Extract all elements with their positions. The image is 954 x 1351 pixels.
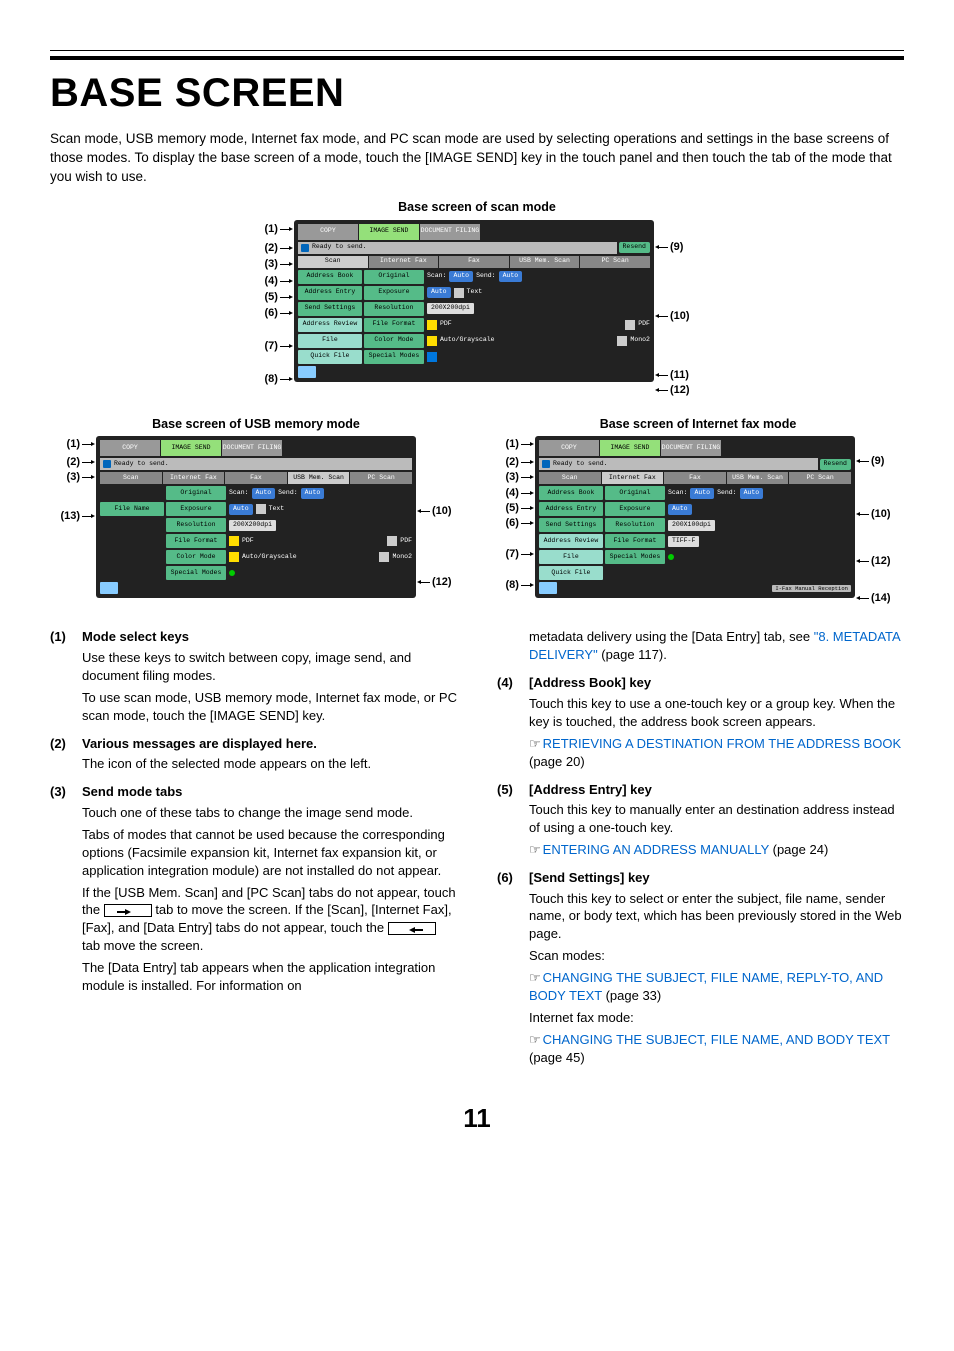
intro-paragraph: Scan mode, USB memory mode, Internet fax… [50,130,904,187]
callout-4: (4) [264,276,277,287]
scroll-right-tab-icon [104,904,152,917]
send-size-auto[interactable]: Auto [499,271,523,282]
special-modes-key[interactable]: Special Modes [364,350,424,364]
send-tab-fax[interactable]: Fax [439,256,509,268]
send-settings-key[interactable]: Send Settings [298,302,362,316]
callout-8: (8) [264,374,277,385]
callout-10: (10) [670,311,690,322]
page-number: 11 [50,1101,904,1136]
link-ifax-subject[interactable]: CHANGING THE SUBJECT, FILE NAME, AND BOD… [543,1032,890,1047]
color-mode-key[interactable]: Color Mode [364,334,424,348]
status-bar: Ready to send. [298,242,617,254]
screenshot-usb-mode: (1) (2) (3) (13) COPY IMAGE SEND DOCUMEN… [50,436,462,598]
address-review-key[interactable]: Address Review [298,318,362,332]
desc-5-body: Touch this key to manually enter an dest… [529,801,904,859]
desc-4-body: Touch this key to use a one-touch key or… [529,695,904,771]
section-rule [50,50,904,60]
special-modes-icon[interactable] [427,352,437,362]
desc-4-title: (4)[Address Book] key [497,674,904,692]
callout-5: (5) [264,292,277,303]
desc-3-title: (3)Send mode tabs [50,783,457,801]
mode-tab-doc-filing[interactable]: DOCUMENT FILING [420,224,480,240]
pointer-icon: ☞ [529,970,541,985]
callout-9: (9) [670,242,683,253]
scroll-left-tab-icon [388,922,436,935]
touch-panel: COPY IMAGE SEND DOCUMENT FILING Ready to… [294,220,654,382]
mode-icon [301,244,309,252]
caption-scan: Base screen of scan mode [50,199,904,216]
callout-7: (7) [264,341,277,352]
preview-key[interactable] [298,366,316,378]
callout-12: (12) [670,385,690,396]
ifax-manual-reception-key[interactable]: I-Fax Manual Reception [772,585,851,593]
file-format-key[interactable]: File Format [364,318,424,332]
mode-tab-copy[interactable]: COPY [298,224,358,240]
touch-panel: COPY IMAGE SEND DOCUMENT FILING Ready to… [535,436,855,598]
send-tab-pc[interactable]: PC Scan [580,256,650,268]
callout-3: (3) [264,259,277,270]
screenshot-scan-mode: (1) (2) (3) (4) (5) (6) (7) (8) COPY IMA… [264,220,689,396]
special-modes-indicator [229,570,235,576]
desc-3-body: Touch one of these tabs to change the im… [82,804,457,995]
original-key[interactable]: Original [364,270,424,284]
file-name-key[interactable]: File Name [100,502,164,516]
send-tab-scan[interactable]: Scan [298,256,368,268]
callout-14: (14) [871,593,891,604]
desc-3-continued: metadata delivery using the [Data Entry]… [529,628,904,664]
mono-format-icon [625,320,635,330]
desc-1-body: Use these keys to switch between copy, i… [82,649,457,725]
resend-button[interactable]: Resend [619,242,650,253]
mode-tab-image-send[interactable]: IMAGE SEND [359,224,419,240]
send-tab-ifax[interactable]: Internet Fax [369,256,439,268]
color-format-icon [427,320,437,330]
callout-13: (13) [60,511,80,522]
quick-file-key[interactable]: Quick File [298,350,362,364]
resolution-key[interactable]: Resolution [364,302,424,316]
callout-6: (6) [264,308,277,319]
desc-2-title: (2)Various messages are displayed here. [50,735,457,753]
address-entry-key[interactable]: Address Entry [298,286,362,300]
address-book-key[interactable]: Address Book [298,270,362,284]
exposure-auto[interactable]: Auto [427,287,451,298]
pointer-icon: ☞ [529,842,541,857]
exposure-key[interactable]: Exposure [364,286,424,300]
desc-1-title: (1)Mode select keys [50,628,457,646]
file-key[interactable]: File [298,334,362,348]
caption-usb: Base screen of USB memory mode [50,416,462,433]
desc-5-title: (5)[Address Entry] key [497,781,904,799]
screenshot-ifax-mode: (1) (2) (3) (4) (5) (6) (7) (8) COPY IMA… [492,436,904,604]
mono-mode-icon [617,336,627,346]
caption-ifax: Base screen of Internet fax mode [492,416,904,433]
pointer-icon: ☞ [529,736,541,751]
touch-panel: COPY IMAGE SEND DOCUMENT FILING Ready to… [96,436,416,598]
page-title: BASE SCREEN [50,66,904,120]
link-address-book[interactable]: RETRIEVING A DESTINATION FROM THE ADDRES… [543,736,902,751]
desc-2-body: The icon of the selected mode appears on… [82,755,457,773]
desc-6-title: (6)[Send Settings] key [497,869,904,887]
desc-6-body: Touch this key to select or enter the su… [529,890,904,1067]
link-scan-subject[interactable]: CHANGING THE SUBJECT, FILE NAME, REPLY-T… [529,970,883,1003]
pointer-icon: ☞ [529,1032,541,1047]
link-manual-address[interactable]: ENTERING AN ADDRESS MANUALLY [543,842,769,857]
callout-1: (1) [264,224,277,235]
color-mode-icon [427,336,437,346]
text-mode-icon [454,288,464,298]
callout-2: (2) [264,243,277,254]
scan-size-auto[interactable]: Auto [449,271,473,282]
send-tab-usb[interactable]: USB Mem. Scan [510,256,580,268]
resolution-value: 200X200dpi [427,303,474,314]
callout-11: (11) [670,370,689,381]
